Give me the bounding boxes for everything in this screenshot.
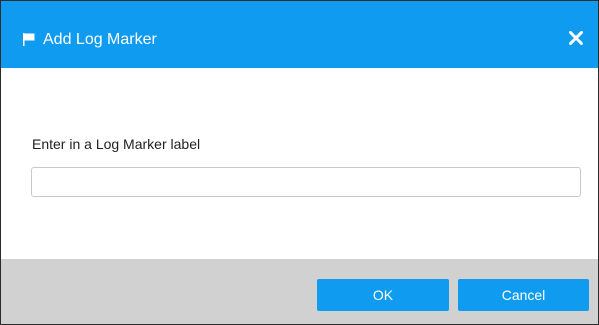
log-marker-label: Enter in a Log Marker label bbox=[32, 136, 201, 152]
flag-icon bbox=[23, 33, 35, 46]
dialog-footer: OK Cancel bbox=[1, 259, 598, 324]
cancel-button[interactable]: Cancel bbox=[458, 279, 589, 311]
close-icon bbox=[568, 29, 584, 48]
ok-button[interactable]: OK bbox=[317, 279, 449, 311]
add-log-marker-dialog: Add Log Marker Enter in a Log Marker lab… bbox=[0, 0, 599, 325]
close-button[interactable] bbox=[566, 29, 586, 49]
dialog-title: Add Log Marker bbox=[43, 31, 157, 48]
dialog-titlebar: Add Log Marker bbox=[1, 1, 598, 68]
dialog-body: Enter in a Log Marker label bbox=[1, 68, 598, 259]
log-marker-input[interactable] bbox=[31, 167, 581, 197]
